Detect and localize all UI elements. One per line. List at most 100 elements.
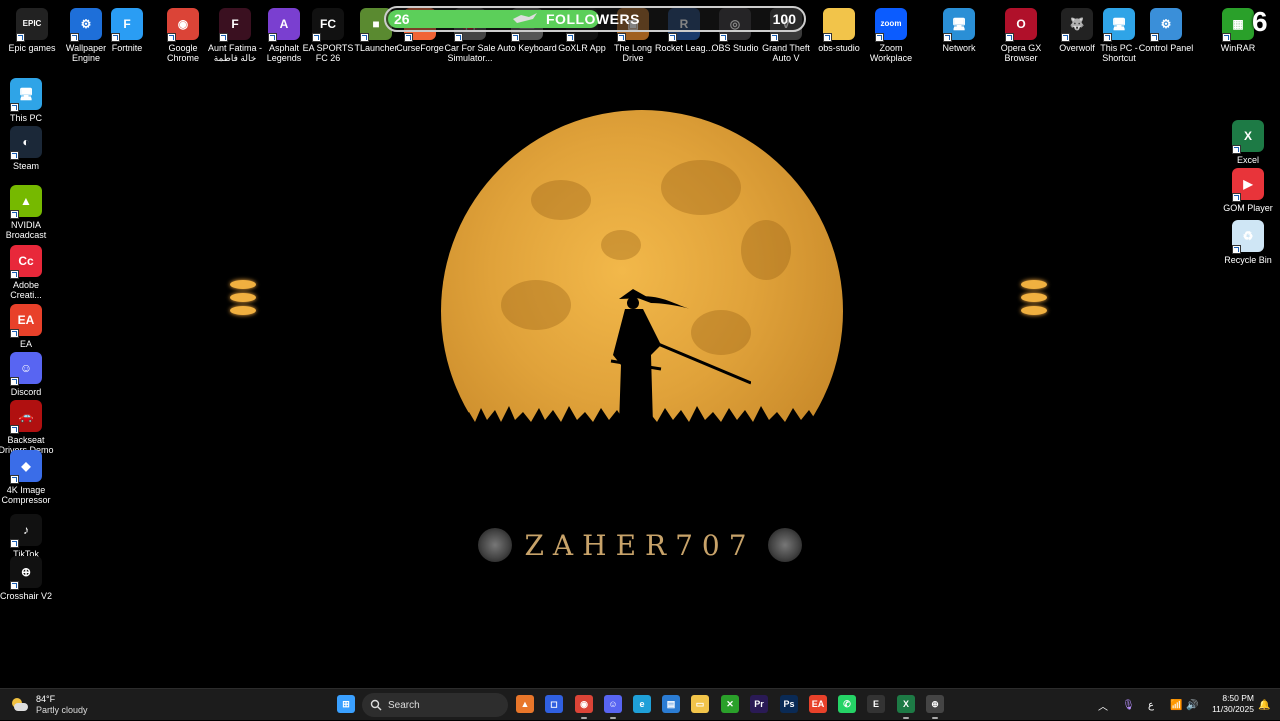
taskbar-chrome[interactable]: ◉: [575, 695, 593, 713]
edge-icon: e: [639, 699, 645, 709]
speaker-icon: 🔊: [1186, 699, 1199, 711]
microphone-tray[interactable]: 🎙: [1122, 689, 1135, 721]
desktop-right-gom-player[interactable]: ▶ GOM Player: [1218, 168, 1278, 213]
desktop-right-recycle-bin[interactable]: ♻ Recycle Bin: [1218, 220, 1278, 265]
network-tray[interactable]: 📶: [1170, 689, 1182, 721]
desktop-top-fortnite[interactable]: F Fortnite: [97, 8, 157, 53]
running-indicator: [903, 717, 909, 719]
language-indicator[interactable]: ع: [1148, 689, 1154, 721]
shortcut-arrow-icon: [10, 151, 19, 160]
taskbar-excel[interactable]: X: [897, 695, 915, 713]
taskbar-ea[interactable]: EA: [809, 695, 827, 713]
shortcut-arrow-icon: [360, 33, 369, 42]
desktop-left-crosshair[interactable]: ⊕ Crosshair V2: [0, 556, 56, 601]
bird-icon: [513, 13, 537, 23]
shortcut-arrow-icon: [10, 210, 19, 219]
shortcut-arrow-icon: [219, 33, 228, 42]
excel-icon: X: [1232, 120, 1264, 154]
ea-icon: EA: [10, 304, 42, 338]
this-pc-shortcut-icon: 🖥: [1103, 8, 1135, 42]
icon-label: Opera GX Browser: [1000, 43, 1042, 63]
control-panel-icon: ⚙: [1150, 8, 1182, 42]
desktop-right-excel[interactable]: X Excel: [1218, 120, 1278, 165]
taskbar-discord[interactable]: ☺: [604, 695, 622, 713]
shortcut-arrow-icon: [823, 33, 832, 42]
icon-label: Zoom Workplace: [869, 43, 913, 63]
taskbar-explorer[interactable]: ▭: [691, 695, 709, 713]
icon-label: NVIDIA Broadcast: [5, 220, 47, 240]
running-indicator: [610, 717, 616, 719]
crosshair-icon: ⊕: [931, 698, 939, 709]
icon-label: Network: [942, 43, 976, 53]
icon-label: Fortnite: [111, 43, 143, 53]
taskbar-whatsapp[interactable]: ✆: [838, 695, 856, 713]
desktop-left-steam[interactable]: ◐ Steam: [0, 126, 56, 171]
taskbar-app-last[interactable]: ⊕: [926, 695, 944, 713]
desktop-top-network[interactable]: 🖥 Network: [929, 8, 989, 53]
shortcut-arrow-icon: [1061, 33, 1070, 42]
icon-label: Grand Theft Auto V: [762, 43, 810, 63]
desktop-top-opera-gx[interactable]: O Opera GX Browser: [991, 8, 1051, 63]
desktop-top-epic-games[interactable]: EPIC Epic games: [2, 8, 62, 53]
desktop-top-control-panel[interactable]: ⚙ Control Panel: [1136, 8, 1196, 53]
search-placeholder: Search: [388, 699, 420, 711]
shortcut-arrow-icon: [1103, 33, 1112, 42]
desktop-left-this-pc[interactable]: 🖥 This PC: [0, 78, 56, 123]
taskbar-clock[interactable]: 8:50 PM 11/30/2025: [1206, 693, 1254, 715]
wolf-emblem-left-icon: [478, 528, 513, 562]
taskbar-xbox[interactable]: ✕: [721, 695, 739, 713]
taskbar-app-1[interactable]: ▲: [516, 695, 534, 713]
icon-label: This PC: [9, 113, 42, 123]
shortcut-arrow-icon: [1222, 33, 1231, 42]
taskbar: 84°F Partly cloudy Search ⊞ ▲ ◻ ◉ ☺ e ▤ ▭ ✕ Pr Ps E…: [0, 688, 1280, 720]
epic-games-icon: EPIC: [16, 8, 48, 42]
taskbar-photoshop[interactable]: Ps: [780, 695, 798, 713]
desktop-left-adobe-cc[interactable]: Cc Adobe Creati...: [0, 245, 56, 300]
partly-cloudy-icon: [10, 696, 30, 714]
desktop-left-nvidia-broadcast[interactable]: ▲ NVIDIA Broadcast: [0, 185, 56, 240]
shortcut-arrow-icon: [770, 33, 779, 42]
shortcut-arrow-icon: [454, 33, 463, 42]
notifications-button[interactable]: 🔔: [1258, 689, 1270, 721]
volume-tray[interactable]: 🔊: [1186, 689, 1198, 721]
wallpaper-brand: ZAHER707: [470, 527, 810, 563]
shortcut-arrow-icon: [617, 33, 626, 42]
desktop-top-zoom[interactable]: zoom Zoom Workplace: [861, 8, 921, 63]
taskbar-epic[interactable]: E: [867, 695, 885, 713]
fortnite-icon: F: [111, 8, 143, 42]
desktop-left-backseat-drivers[interactable]: 🚗Backseat Drivers Demo: [0, 400, 56, 455]
shortcut-arrow-icon: [1232, 193, 1241, 202]
icon-label: WinRAR: [1220, 43, 1256, 53]
lantern-right: [1019, 280, 1049, 319]
desktop-left-discord[interactable]: ☺ Discord: [0, 352, 56, 397]
icon-label: Auto Keyboard: [497, 43, 557, 53]
weather-widget[interactable]: 84°F Partly cloudy: [10, 691, 88, 719]
lantern-left: [228, 280, 258, 319]
excel-icon: X: [902, 699, 909, 709]
shortcut-arrow-icon: [719, 33, 728, 42]
taskbar-app-2[interactable]: ◻: [545, 695, 563, 713]
blue-app-icon: ◻: [550, 698, 558, 709]
desktop-top-folder[interactable]: obs-studio: [809, 8, 869, 53]
chrome-icon: ◉: [580, 698, 588, 709]
icon-label: obs-studio: [818, 43, 860, 53]
show-hidden-icons-button[interactable]: ︿: [1098, 689, 1108, 721]
taskbar-store[interactable]: ▤: [662, 695, 680, 713]
crosshair-icon: ⊕: [10, 556, 42, 590]
image-compressor-icon: ◆: [10, 450, 42, 484]
taskbar-premiere[interactable]: Pr: [750, 695, 768, 713]
shortcut-arrow-icon: [10, 329, 19, 338]
folder-icon: [823, 8, 855, 42]
shortcut-arrow-icon: [10, 103, 19, 112]
shortcut-arrow-icon: [10, 425, 19, 434]
shortcut-arrow-icon: [312, 33, 321, 42]
desktop-top-chrome[interactable]: ◉ Google Chrome: [153, 8, 213, 63]
xbox-icon: ✕: [726, 698, 734, 709]
icon-label: Crosshair V2: [0, 591, 53, 601]
taskbar-search[interactable]: Search: [362, 693, 508, 717]
desktop-left-image-compressor[interactable]: ◆ 4K Image Compressor: [0, 450, 56, 505]
desktop-left-ea[interactable]: EA EA: [0, 304, 56, 349]
desktop-left-tiktok[interactable]: ♪ TikTok: [0, 514, 56, 559]
taskbar-edge[interactable]: e: [633, 695, 651, 713]
start-button[interactable]: ⊞: [337, 695, 355, 713]
